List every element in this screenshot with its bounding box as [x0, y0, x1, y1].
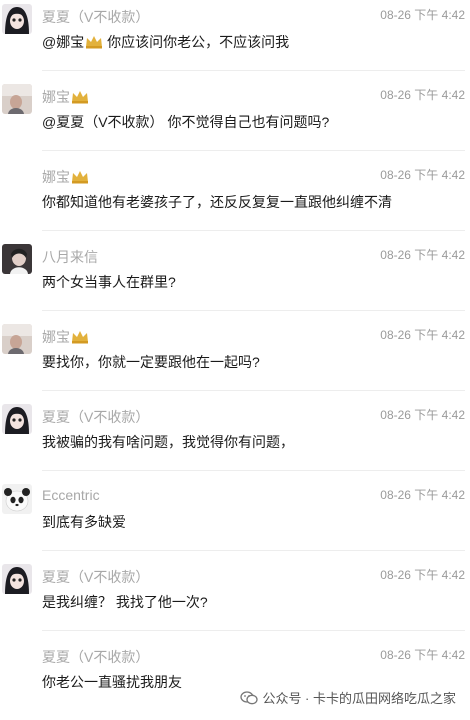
avatar[interactable]: [2, 4, 32, 34]
photo-avatar-icon: [2, 84, 32, 114]
crown-icon: [86, 36, 103, 49]
message-text: 到底有多缺爱: [42, 514, 126, 530]
chat-message: 夏夏（V不收款） 08-26 下午 4:42 我被骗的我有啥问题，我觉得你有问题…: [0, 400, 470, 480]
separator: [42, 630, 465, 631]
message-text: 你老公一直骚扰我朋友: [42, 674, 182, 690]
watermark: 公众号 · 卡卡的瓜田网络吃瓜之家: [240, 688, 456, 707]
sender-name[interactable]: 娜宝: [42, 327, 89, 347]
sender-name[interactable]: 娜宝: [42, 87, 89, 107]
chat-message: 娜宝 08-26 下午 4:42 要找你，你就一定要跟他在一起吗?: [0, 320, 470, 400]
separator: [42, 70, 465, 71]
chat-message: Eccentric 08-26 下午 4:42 到底有多缺爱: [0, 480, 470, 560]
sender-name[interactable]: 八月来信: [42, 247, 98, 267]
timestamp: 08-26 下午 4:42: [380, 248, 465, 262]
chat-message: 夏夏（V不收款） 08-26 下午 4:42 你老公一直骚扰我朋友: [0, 640, 470, 720]
watermark-text: 公众号 · 卡卡的瓜田网络吃瓜之家: [262, 691, 456, 706]
avatar[interactable]: [2, 404, 32, 434]
chat-message: 夏夏（V不收款） 08-26 下午 4:42 @娜宝 你应该问你老公，不应该问我: [0, 0, 470, 80]
photo-avatar-icon: [2, 324, 32, 354]
crown-icon: [72, 91, 88, 104]
chat-message: 娜宝 08-26 下午 4:42 @夏夏（V不收款） 你不觉得自己也有问题吗?: [0, 80, 470, 160]
timestamp: 08-26 下午 4:42: [380, 648, 465, 662]
sender-name-text: 娜宝: [42, 89, 70, 105]
separator: [42, 310, 465, 311]
separator: [42, 550, 465, 551]
separator: [42, 390, 465, 391]
separator: [42, 470, 465, 471]
mention-text[interactable]: @娜宝: [42, 34, 84, 50]
avatar[interactable]: [2, 484, 32, 514]
message-text-body: 你应该问你老公，不应该问我: [103, 34, 290, 50]
avatar[interactable]: [2, 324, 32, 354]
message-text: @娜宝 你应该问你老公，不应该问我: [42, 32, 289, 52]
sender-name[interactable]: 夏夏（V不收款）: [42, 647, 149, 667]
sender-name-text: 娜宝: [42, 169, 70, 185]
chat-message: 八月来信 08-26 下午 4:42 两个女当事人在群里?: [0, 240, 470, 320]
message-text: @夏夏（V不收款） 你不觉得自己也有问题吗?: [42, 114, 330, 130]
chat-message: 娜宝 08-26 下午 4:42 你都知道他有老婆孩子了，还反反复复一直跟他纠缠…: [0, 160, 470, 240]
sender-name[interactable]: 夏夏（V不收款）: [42, 7, 149, 27]
avatar[interactable]: [2, 244, 32, 274]
chat-message: 夏夏（V不收款） 08-26 下午 4:42 是我纠缠？ 我找了他一次?: [0, 560, 470, 640]
message-text: 两个女当事人在群里?: [42, 274, 176, 290]
crown-icon: [72, 171, 88, 184]
avatar[interactable]: [2, 564, 32, 594]
anime-girl-avatar-icon: [2, 564, 32, 594]
avatar[interactable]: [2, 84, 32, 114]
timestamp: 08-26 下午 4:42: [380, 168, 465, 182]
message-text: 我被骗的我有啥问题，我觉得你有问题，: [42, 434, 294, 450]
photo-avatar-icon: [2, 244, 32, 274]
timestamp: 08-26 下午 4:42: [380, 408, 465, 422]
crown-icon: [72, 331, 88, 344]
sender-name[interactable]: Eccentric: [42, 487, 100, 503]
sender-name[interactable]: 夏夏（V不收款）: [42, 567, 149, 587]
timestamp: 08-26 下午 4:42: [380, 328, 465, 342]
sender-name[interactable]: 夏夏（V不收款）: [42, 407, 149, 427]
panda-avatar-icon: [2, 484, 32, 514]
timestamp: 08-26 下午 4:42: [380, 88, 465, 102]
sender-name[interactable]: 娜宝: [42, 167, 89, 187]
timestamp: 08-26 下午 4:42: [380, 488, 465, 502]
message-text: 你都知道他有老婆孩子了，还反反复复一直跟他纠缠不清: [42, 194, 392, 210]
separator: [42, 230, 465, 231]
anime-girl-avatar-icon: [2, 4, 32, 34]
anime-girl-avatar-icon: [2, 404, 32, 434]
timestamp: 08-26 下午 4:42: [380, 8, 465, 22]
message-text: 是我纠缠？ 我找了他一次?: [42, 594, 208, 610]
sender-name-text: 娜宝: [42, 329, 70, 345]
wechat-official-account-icon: [240, 690, 259, 704]
separator: [42, 150, 465, 151]
timestamp: 08-26 下午 4:42: [380, 568, 465, 582]
message-text: 要找你，你就一定要跟他在一起吗?: [42, 354, 260, 370]
